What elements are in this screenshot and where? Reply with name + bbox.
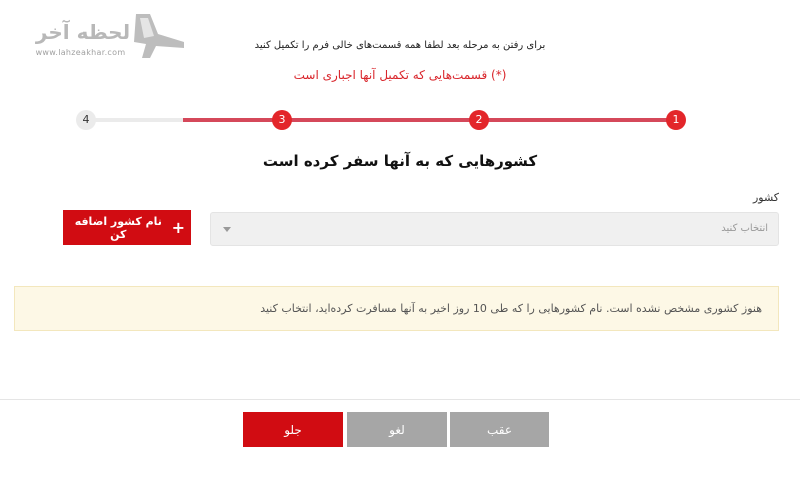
country-select[interactable]: انتخاب کنید <box>210 212 779 246</box>
add-country-label: نام کشور اضافه کن <box>74 214 162 241</box>
step-2: 2 <box>469 110 489 130</box>
country-label: کشور <box>752 191 779 204</box>
form-instructions: برای رفتن به مرحله بعد لطفا همه قسمت‌های… <box>254 40 546 51</box>
next-button[interactable]: جلو <box>243 412 343 447</box>
alert-message: هنوز کشوری مشخص نشده است. نام کشورهایی ر… <box>260 302 762 315</box>
add-country-button[interactable]: + نام کشور اضافه کن <box>63 210 191 245</box>
plus-icon: + <box>171 217 185 237</box>
step-3: 3 <box>272 110 292 130</box>
brand-name: لحظه آخر <box>35 20 131 44</box>
stepper-track-completed <box>183 118 677 122</box>
brand-url: www.lahzeakhar.com <box>35 48 126 57</box>
airplane-icon <box>134 14 184 58</box>
progress-stepper: 4 3 2 1 <box>0 108 800 132</box>
no-country-alert: هنوز کشوری مشخص نشده است. نام کشورهایی ر… <box>14 286 779 331</box>
step-4: 4 <box>76 110 96 130</box>
stepper-track-pending <box>86 118 183 122</box>
brand-logo[interactable]: لحظه آخر www.lahzeakhar.com <box>18 12 184 72</box>
required-fields-note: (*) قسمت‌هایی که تکمیل آنها اجباری است <box>293 68 507 82</box>
caret-down-icon <box>223 227 231 232</box>
country-select-placeholder: انتخاب کنید <box>721 223 768 234</box>
step-1: 1 <box>666 110 686 130</box>
section-title: کشورهایی که به آنها سفر کرده است <box>262 152 538 170</box>
footer-divider <box>0 399 800 400</box>
back-button[interactable]: عقب <box>450 412 549 447</box>
cancel-button[interactable]: لغو <box>347 412 447 447</box>
